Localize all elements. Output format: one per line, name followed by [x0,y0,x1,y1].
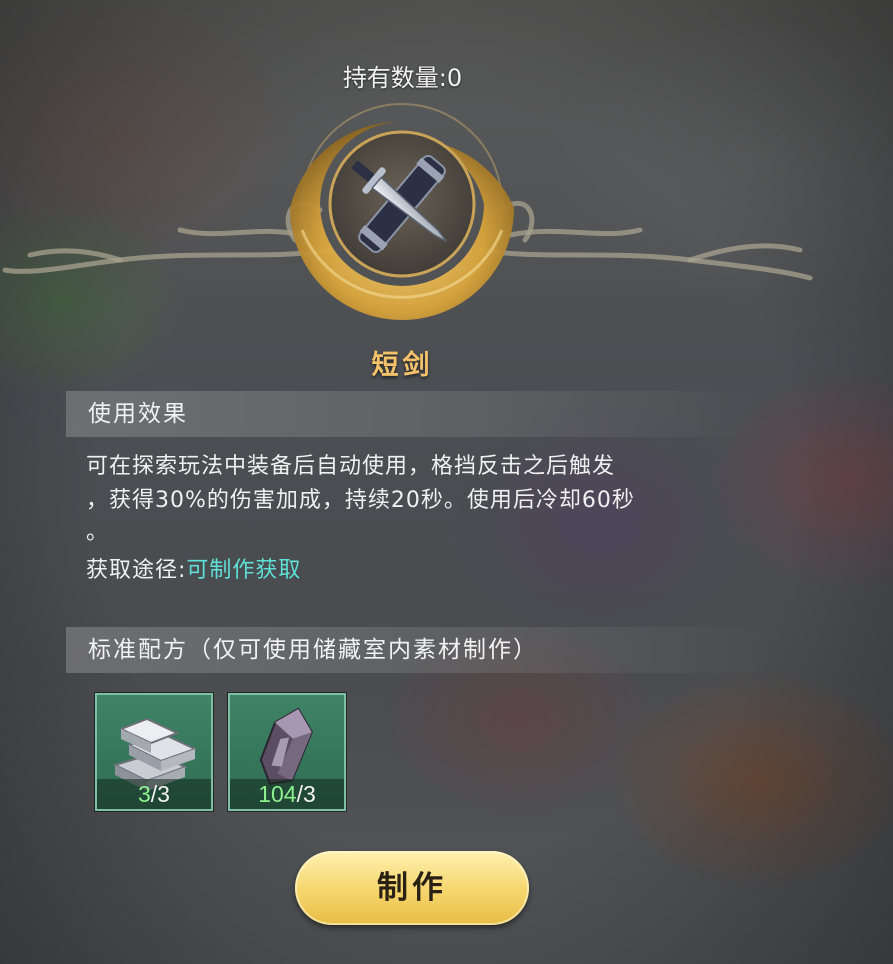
item-name: 短剑 [371,350,434,381]
material-count: 104/3 [230,779,344,809]
effect-section-header: 使用效果 [66,391,766,437]
source-label: 获取途径: [86,558,187,583]
material-need: /3 [150,781,170,807]
material-slot-iron[interactable]: 3/3 [95,693,213,811]
item-emblem [2,103,813,321]
material-have: 104 [258,781,297,807]
description-line: ，获得30%的伤害加成，持续20秒。使用后冷却60秒 [86,488,635,513]
description-line: 可在探索玩法中装备后自动使用，格挡反击之后触发 [86,454,616,479]
description-line: 。 [86,520,110,545]
source-link[interactable]: 可制作获取 [186,558,301,583]
acquisition-source: 获取途径:可制作获取 [86,552,301,584]
owned-quantity: 持有数量:0 [342,64,463,92]
material-slot-crystal[interactable]: 104/3 [228,693,346,811]
effect-description: 可在探索玩法中装备后自动使用，格挡反击之后触发 ，获得30%的伤害加成，持续20… [86,450,726,548]
craft-button[interactable]: 制作 [295,851,529,925]
material-have: 3 [138,781,151,807]
material-count: 3/3 [97,779,211,809]
recipe-section-header: 标准配方（仅可使用储藏室内素材制作） [66,627,766,673]
material-need: /3 [296,781,316,807]
